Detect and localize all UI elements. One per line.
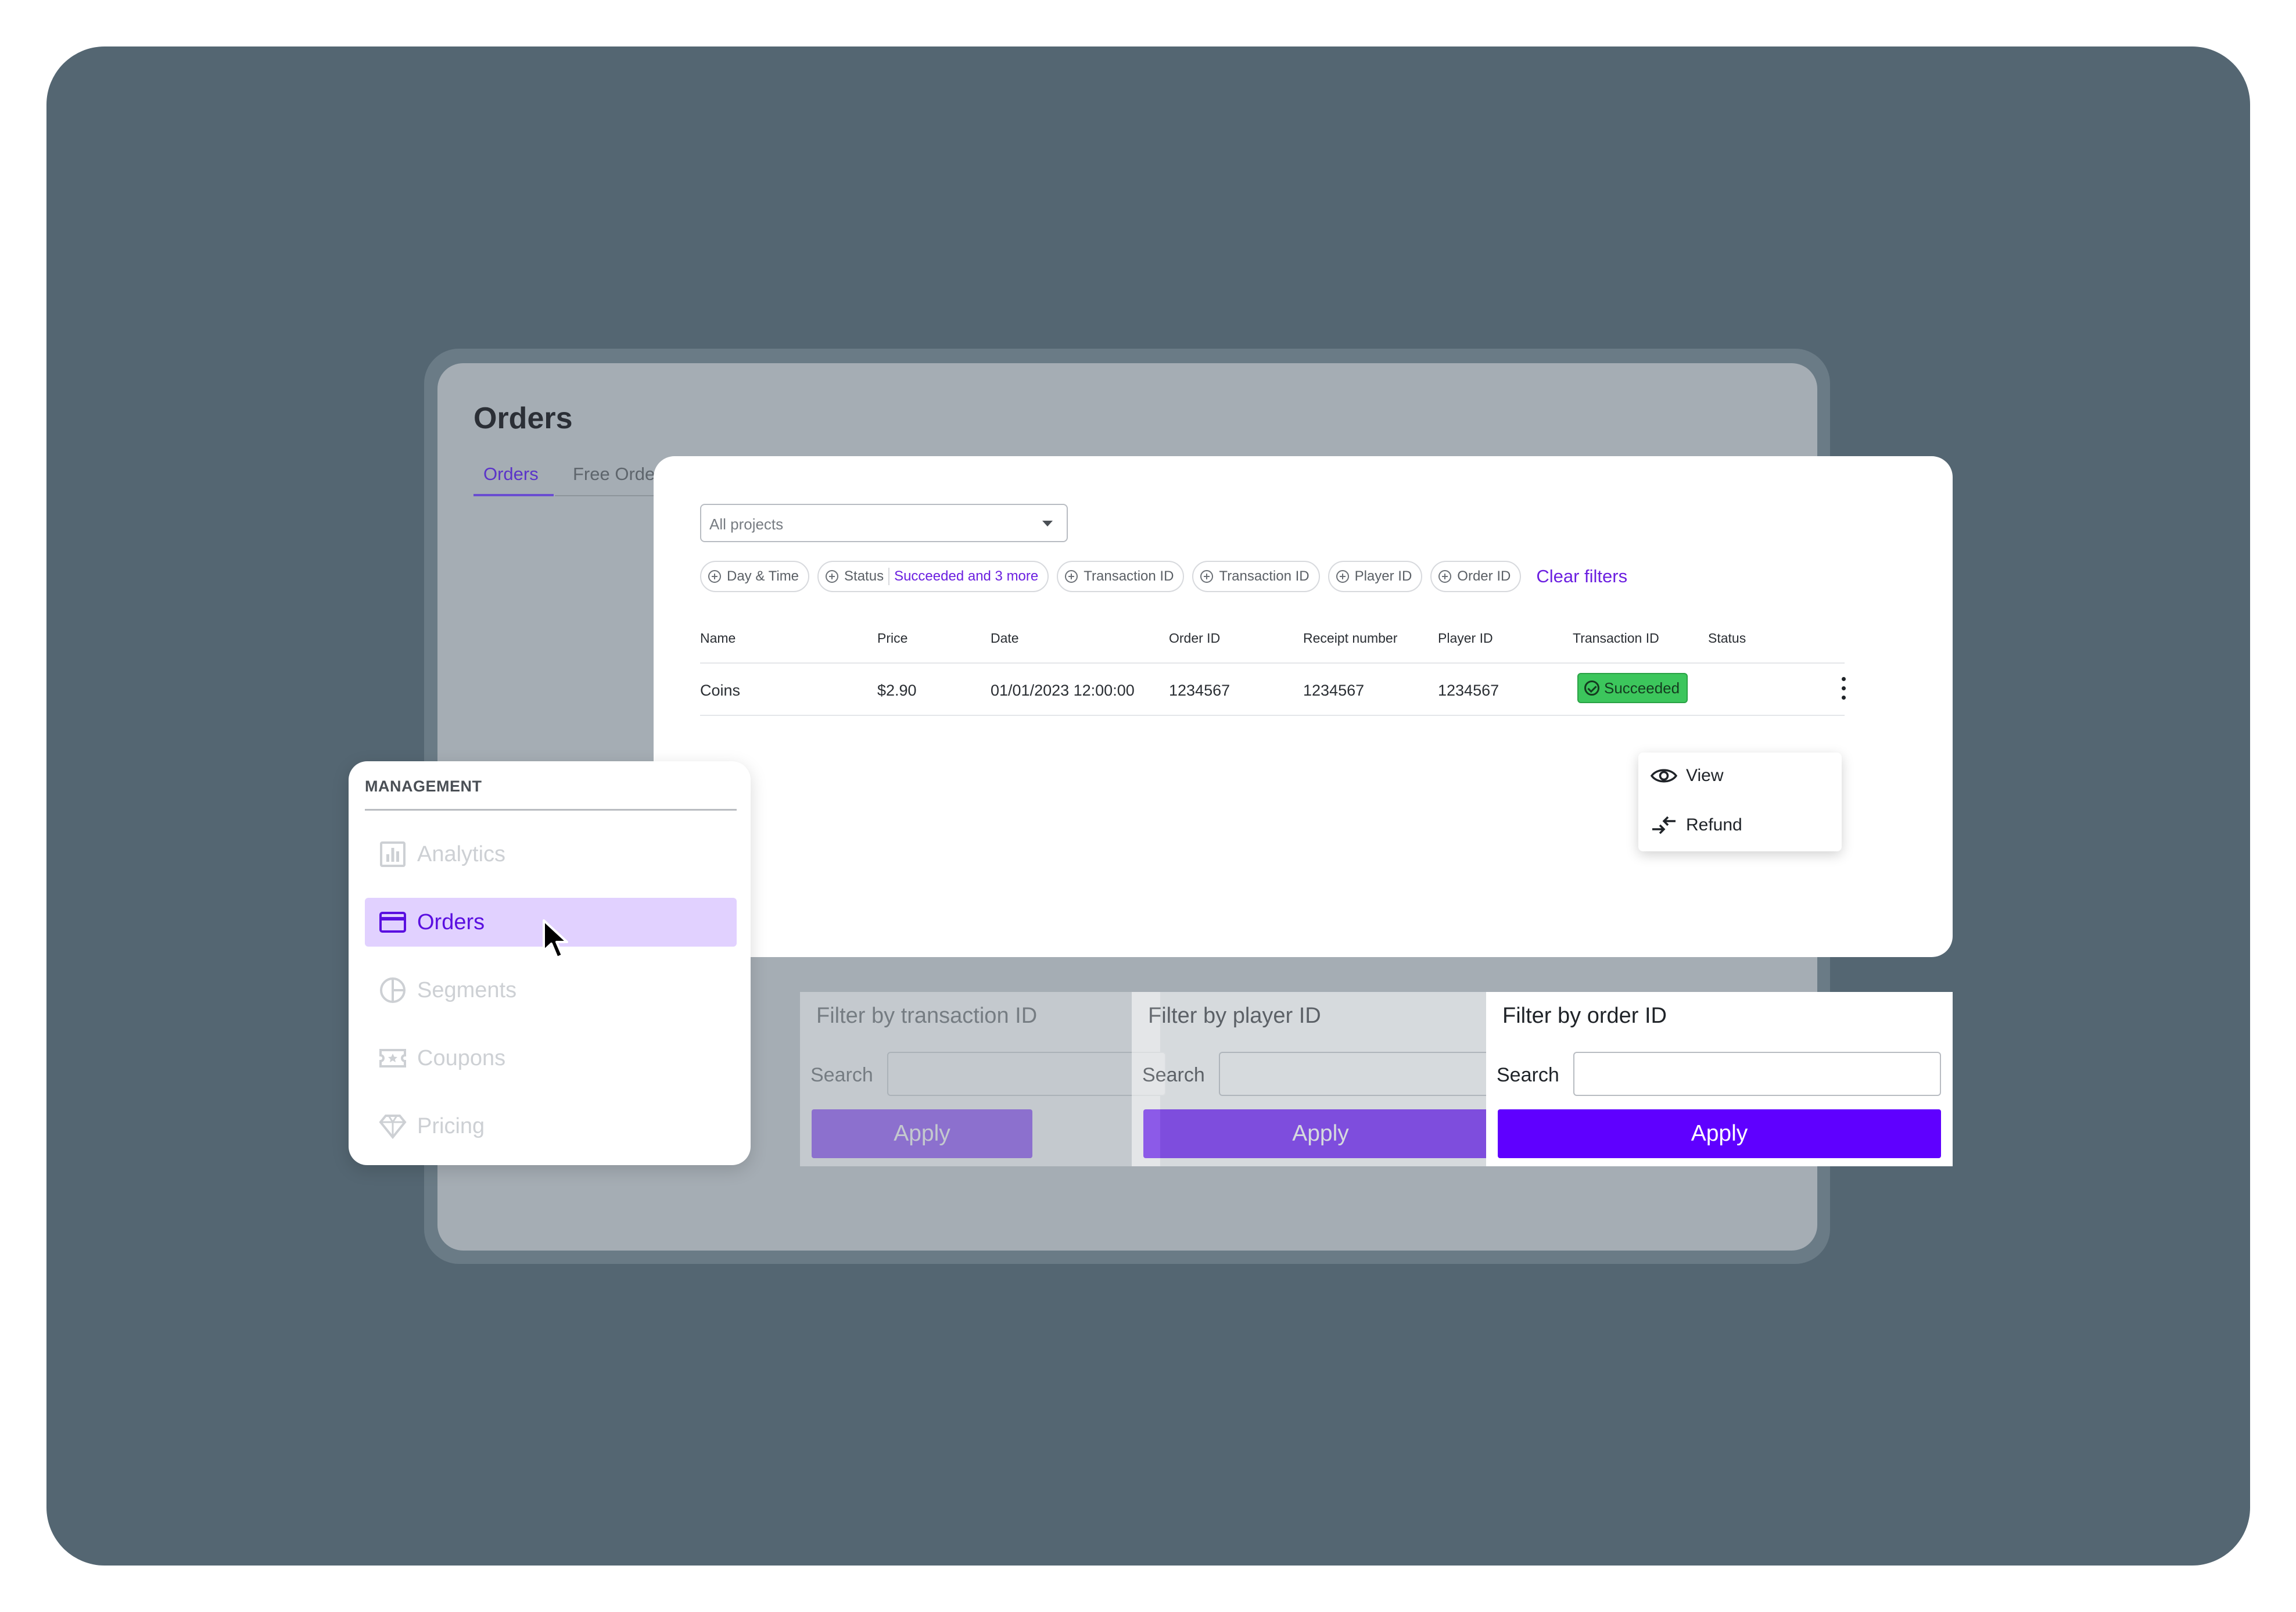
apply-button[interactable]: Apply [812, 1109, 1032, 1158]
status-badge-label: Succeeded [1604, 679, 1680, 697]
clear-filters-link[interactable]: Clear filters [1536, 566, 1627, 587]
search-label: Search [1497, 1064, 1559, 1086]
apply-button[interactable]: Apply [1498, 1109, 1941, 1158]
cell-date: 01/01/2023 12:00:00 [991, 682, 1135, 699]
add-circle-icon [1200, 570, 1214, 583]
transaction-id-search-input[interactable] [887, 1052, 1166, 1096]
mouse-cursor-icon [543, 919, 568, 959]
filter-panel-player-id: Filter by player ID Search Apply [1132, 992, 1498, 1166]
menu-item-view[interactable]: View [1650, 761, 1723, 790]
cell-player-id: 1234567 [1438, 682, 1499, 699]
menu-item-label: View [1686, 766, 1724, 785]
column-header-name[interactable]: Name [700, 631, 736, 646]
menu-item-refund[interactable]: Refund [1650, 811, 1742, 840]
row-actions-kebab-icon[interactable] [1841, 677, 1846, 700]
column-header-order-id[interactable]: Order ID [1169, 631, 1220, 646]
column-header-receipt-number[interactable]: Receipt number [1303, 631, 1397, 646]
chip-divider [888, 568, 890, 585]
sidebar-item-label: Analytics [417, 841, 506, 866]
menu-item-label: Refund [1686, 815, 1742, 834]
sidebar-item-label: Coupons [417, 1045, 506, 1070]
add-circle-icon [826, 570, 839, 583]
check-circle-icon [1584, 680, 1599, 696]
search-label: Search [810, 1064, 873, 1086]
filter-chip-label: Order ID [1457, 568, 1511, 584]
column-header-status[interactable]: Status [1708, 631, 1746, 646]
sidebar-item-segments[interactable]: Segments [365, 966, 737, 1015]
filter-chip-label: Day & Time [727, 568, 799, 584]
refund-arrows-icon [1652, 816, 1676, 834]
cell-order-id: 1234567 [1169, 682, 1230, 699]
filter-chip-transaction-id-2[interactable]: Transaction ID [1192, 561, 1320, 592]
filter-chip-label: Status [844, 568, 884, 584]
add-circle-icon [708, 570, 721, 583]
diamond-icon [379, 1115, 407, 1140]
sidebar-divider [365, 809, 737, 811]
cell-price: $2.90 [877, 682, 917, 699]
bar-chart-icon [380, 841, 406, 867]
cell-name: Coins [700, 682, 741, 699]
filter-chips: Day & Time Status Succeeded and 3 more T… [700, 561, 1627, 592]
project-select[interactable]: All projects [700, 504, 1068, 542]
filter-chip-order-id[interactable]: Order ID [1430, 561, 1522, 592]
filter-chip-transaction-id[interactable]: Transaction ID [1057, 561, 1185, 592]
chevron-down-icon [1042, 521, 1053, 526]
orders-panel: All projects Day & Time Status Succeeded… [654, 456, 1953, 957]
filter-chip-player-id[interactable]: Player ID [1328, 561, 1423, 592]
player-id-search-input[interactable] [1219, 1052, 1498, 1096]
column-header-price[interactable]: Price [877, 631, 907, 646]
order-id-search-input[interactable] [1573, 1052, 1941, 1096]
add-circle-icon [1336, 570, 1349, 583]
sidebar-section-title: MANAGEMENT [365, 778, 482, 795]
filter-panel-title: Filter by transaction ID [816, 1004, 1038, 1028]
sidebar-item-coupons[interactable]: Coupons [365, 1034, 737, 1083]
sidebar-item-pricing[interactable]: Pricing [365, 1102, 737, 1151]
filter-chip-label: Transaction ID [1219, 568, 1310, 584]
filter-panel-title: Filter by player ID [1148, 1004, 1321, 1028]
filter-panel-order-id: Filter by order ID Search Apply [1486, 992, 1953, 1166]
search-label: Search [1142, 1064, 1205, 1086]
filter-chip-value: Succeeded and 3 more [894, 568, 1039, 584]
sidebar-item-label: Orders [417, 909, 485, 934]
filter-chip-day-time[interactable]: Day & Time [700, 561, 810, 592]
column-header-date[interactable]: Date [991, 631, 1019, 646]
pie-chart-icon [380, 977, 406, 1003]
tab-orders[interactable]: Orders [483, 464, 539, 485]
coupon-icon [379, 1049, 406, 1067]
page-title: Orders [473, 402, 573, 435]
sidebar-item-label: Segments [417, 977, 517, 1002]
status-badge: Succeeded [1577, 673, 1688, 703]
apply-button[interactable]: Apply [1143, 1109, 1498, 1158]
project-select-value: All projects [709, 515, 784, 533]
column-header-transaction-id[interactable]: Transaction ID [1573, 631, 1659, 646]
eye-icon [1650, 769, 1678, 783]
table-row-divider [700, 715, 1845, 716]
add-circle-icon [1438, 570, 1452, 583]
column-header-player-id[interactable]: Player ID [1438, 631, 1493, 646]
filter-chip-status[interactable]: Status Succeeded and 3 more [817, 561, 1049, 592]
add-circle-icon [1065, 570, 1078, 583]
filter-chip-label: Player ID [1354, 568, 1412, 584]
sidebar-item-label: Pricing [417, 1113, 485, 1138]
sidebar-item-analytics[interactable]: Analytics [365, 830, 737, 879]
filter-chip-label: Transaction ID [1084, 568, 1174, 584]
table-header-divider [700, 662, 1845, 664]
active-tab-indicator [473, 494, 554, 496]
cell-receipt-number: 1234567 [1303, 682, 1365, 699]
credit-card-icon [379, 912, 406, 933]
row-actions-menu: View Refund [1638, 753, 1842, 851]
tabs-divider [555, 495, 659, 496]
filter-panel-title: Filter by order ID [1502, 1004, 1667, 1028]
filter-panel-transaction-id: Filter by transaction ID Search Apply [800, 992, 1166, 1166]
